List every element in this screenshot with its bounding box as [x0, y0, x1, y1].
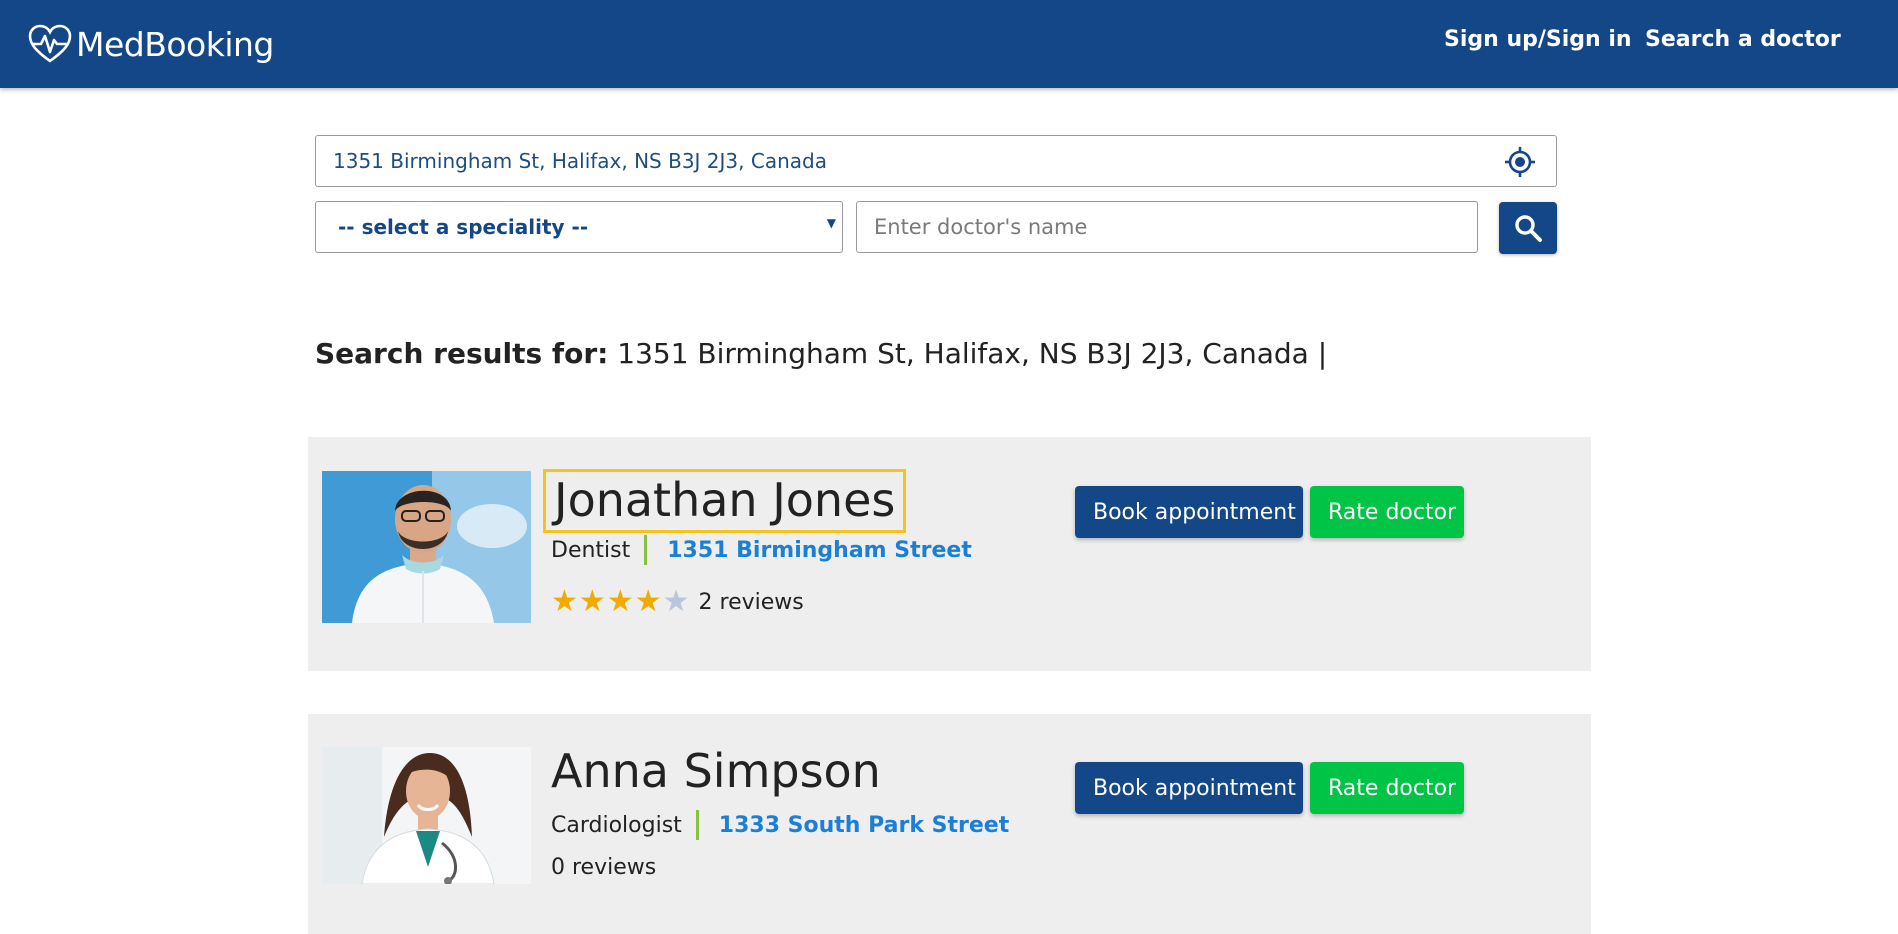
chevron-down-icon: ▼	[826, 216, 836, 230]
address-field	[315, 135, 1557, 187]
doctor-meta: Dentist 1351 Birmingham Street	[551, 535, 972, 565]
speciality-select[interactable]: -- select a speciality -- ▼	[315, 201, 843, 253]
doctor-name[interactable]: Anna Simpson	[551, 744, 881, 798]
speciality-selected-value: -- select a speciality --	[338, 215, 589, 239]
magnifier-icon	[1515, 215, 1542, 242]
doctor-address-link[interactable]: 1333 South Park Street	[719, 813, 1009, 838]
nav-search-doctor-link[interactable]: Search a doctor	[1645, 27, 1841, 52]
search-results-heading: Search results for: 1351 Birmingham St, …	[315, 337, 1327, 370]
book-appointment-button[interactable]: Book appointment	[1075, 762, 1303, 814]
doctor-photo	[322, 471, 531, 623]
heart-pulse-icon	[28, 24, 72, 63]
star-rating: ★ ★ ★ ★ ★ 2 reviews	[551, 587, 804, 617]
star-filled-icon: ★	[606, 584, 634, 619]
divider	[644, 535, 648, 565]
doctor-card: Jonathan Jones Dentist 1351 Birmingham S…	[308, 437, 1591, 671]
review-count[interactable]: 2 reviews	[699, 590, 804, 615]
nav-signin-link[interactable]: Sign up/Sign in	[1444, 27, 1632, 52]
book-appointment-button[interactable]: Book appointment	[1075, 486, 1303, 538]
brand-name: MedBooking	[76, 24, 274, 64]
divider	[695, 810, 699, 840]
results-query: 1351 Birmingham St, Halifax, NS B3J 2J3,…	[617, 337, 1328, 370]
doctor-speciality: Dentist	[551, 537, 631, 563]
star-filled-icon: ★	[634, 584, 662, 619]
star-filled-icon: ★	[578, 584, 606, 619]
doctor-name-field	[856, 201, 1478, 253]
star-filled-icon: ★	[551, 584, 578, 619]
doctor-address-link[interactable]: 1351 Birmingham Street	[667, 538, 972, 563]
doctor-speciality: Cardiologist	[551, 812, 682, 838]
rate-doctor-button[interactable]: Rate doctor	[1310, 486, 1464, 538]
top-navbar: MedBooking Sign up/Sign in Search a doct…	[0, 0, 1898, 88]
doctor-name[interactable]: Jonathan Jones	[543, 469, 907, 533]
rate-doctor-button[interactable]: Rate doctor	[1310, 762, 1464, 814]
crosshair-locate-icon[interactable]	[1504, 146, 1536, 178]
search-button[interactable]	[1499, 202, 1557, 254]
doctor-meta: Cardiologist 1333 South Park Street	[551, 810, 1009, 840]
star-empty-icon: ★	[662, 584, 690, 619]
doctor-name-input[interactable]	[857, 202, 1477, 252]
review-count[interactable]: 0 reviews	[551, 855, 656, 880]
doctor-photo	[322, 747, 531, 884]
address-input[interactable]	[316, 136, 1496, 186]
doctor-card: Anna Simpson Cardiologist 1333 South Par…	[308, 714, 1591, 934]
brand-logo-link[interactable]: MedBooking	[28, 18, 274, 70]
results-label: Search results for:	[315, 337, 609, 370]
